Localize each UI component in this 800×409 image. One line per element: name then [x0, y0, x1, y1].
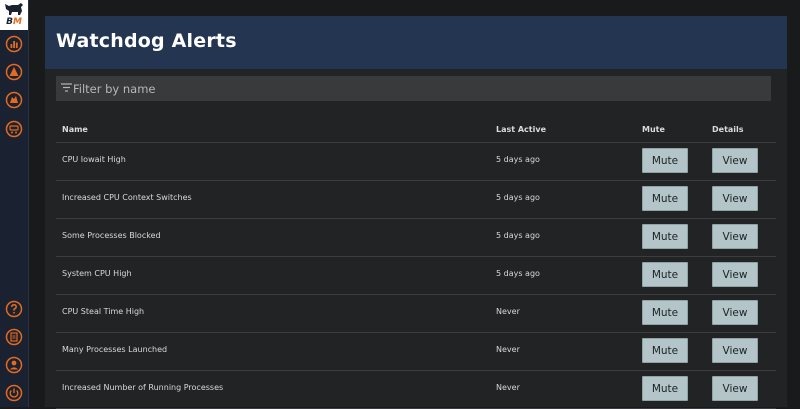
table-row: Some Processes Blocked 5 days ago Mute V…	[56, 219, 776, 257]
page-title: Watchdog Alerts	[56, 30, 237, 52]
view-button[interactable]: View	[712, 148, 758, 173]
table-row: CPU Steal Time High Never Mute View	[56, 295, 776, 333]
filter-input[interactable]	[73, 76, 753, 101]
watchdog-alerts-card: Watchdog Alerts Name Last Active Mute De…	[45, 16, 787, 409]
alert-last-active: 5 days ago	[496, 231, 540, 240]
filter-box[interactable]	[56, 76, 771, 101]
mute-button[interactable]: Mute	[642, 186, 688, 211]
logo-letter-b: B	[6, 17, 13, 27]
view-button[interactable]: View	[712, 262, 758, 287]
filter-icon	[61, 83, 72, 92]
alert-last-active: Never	[496, 383, 520, 392]
header-details: Details	[712, 125, 744, 134]
power-icon[interactable]	[5, 384, 23, 402]
alert-last-active: 5 days ago	[496, 155, 540, 164]
alert-last-active: Never	[496, 345, 520, 354]
header-mute: Mute	[642, 125, 665, 134]
table-row: Increased Number of Running Processes Ne…	[56, 371, 776, 409]
alert-last-active: Never	[496, 307, 520, 316]
view-button[interactable]: View	[712, 338, 758, 363]
mute-button[interactable]: Mute	[642, 338, 688, 363]
bull-logo-icon	[5, 3, 23, 15]
alert-last-active: 5 days ago	[496, 193, 540, 202]
mute-button[interactable]: Mute	[642, 224, 688, 249]
card-header: Watchdog Alerts	[45, 16, 787, 69]
view-button[interactable]: View	[712, 224, 758, 249]
help-icon[interactable]	[5, 300, 23, 318]
dashboard-icon[interactable]	[5, 35, 23, 53]
table-row: CPU Iowait High 5 days ago Mute View	[56, 143, 776, 181]
alert-name: Many Processes Launched	[62, 345, 168, 354]
view-button[interactable]: View	[712, 376, 758, 401]
alert-name: Some Processes Blocked	[62, 231, 161, 240]
alert-icon[interactable]	[5, 63, 23, 81]
logo[interactable]: BM	[0, 0, 28, 30]
documents-icon[interactable]	[5, 328, 23, 346]
table-row: System CPU High 5 days ago Mute View	[56, 257, 776, 295]
sidebar: BM	[0, 0, 29, 407]
view-button[interactable]: View	[712, 300, 758, 325]
mute-button[interactable]: Mute	[642, 376, 688, 401]
network-icon[interactable]	[5, 120, 23, 138]
user-icon[interactable]	[5, 356, 23, 374]
mute-button[interactable]: Mute	[642, 262, 688, 287]
alert-name: CPU Iowait High	[62, 155, 126, 164]
logo-letter-m: M	[12, 17, 22, 27]
header-name[interactable]: Name	[62, 125, 88, 134]
table-header: Name Last Active Mute Details	[56, 118, 776, 143]
view-button[interactable]: View	[712, 186, 758, 211]
table-row: Many Processes Launched Never Mute View	[56, 333, 776, 371]
alert-name: System CPU High	[62, 269, 132, 278]
header-last-active[interactable]: Last Active	[496, 125, 546, 134]
alert-last-active: 5 days ago	[496, 269, 540, 278]
watchdog-icon[interactable]	[5, 91, 23, 109]
alert-name: Increased CPU Context Switches	[62, 193, 192, 202]
mute-button[interactable]: Mute	[642, 148, 688, 173]
table-row: Increased CPU Context Switches 5 days ag…	[56, 181, 776, 219]
alerts-table: Name Last Active Mute Details CPU Iowait…	[56, 118, 776, 409]
alert-name: Increased Number of Running Processes	[62, 383, 224, 392]
alert-name: CPU Steal Time High	[62, 307, 145, 316]
mute-button[interactable]: Mute	[642, 300, 688, 325]
